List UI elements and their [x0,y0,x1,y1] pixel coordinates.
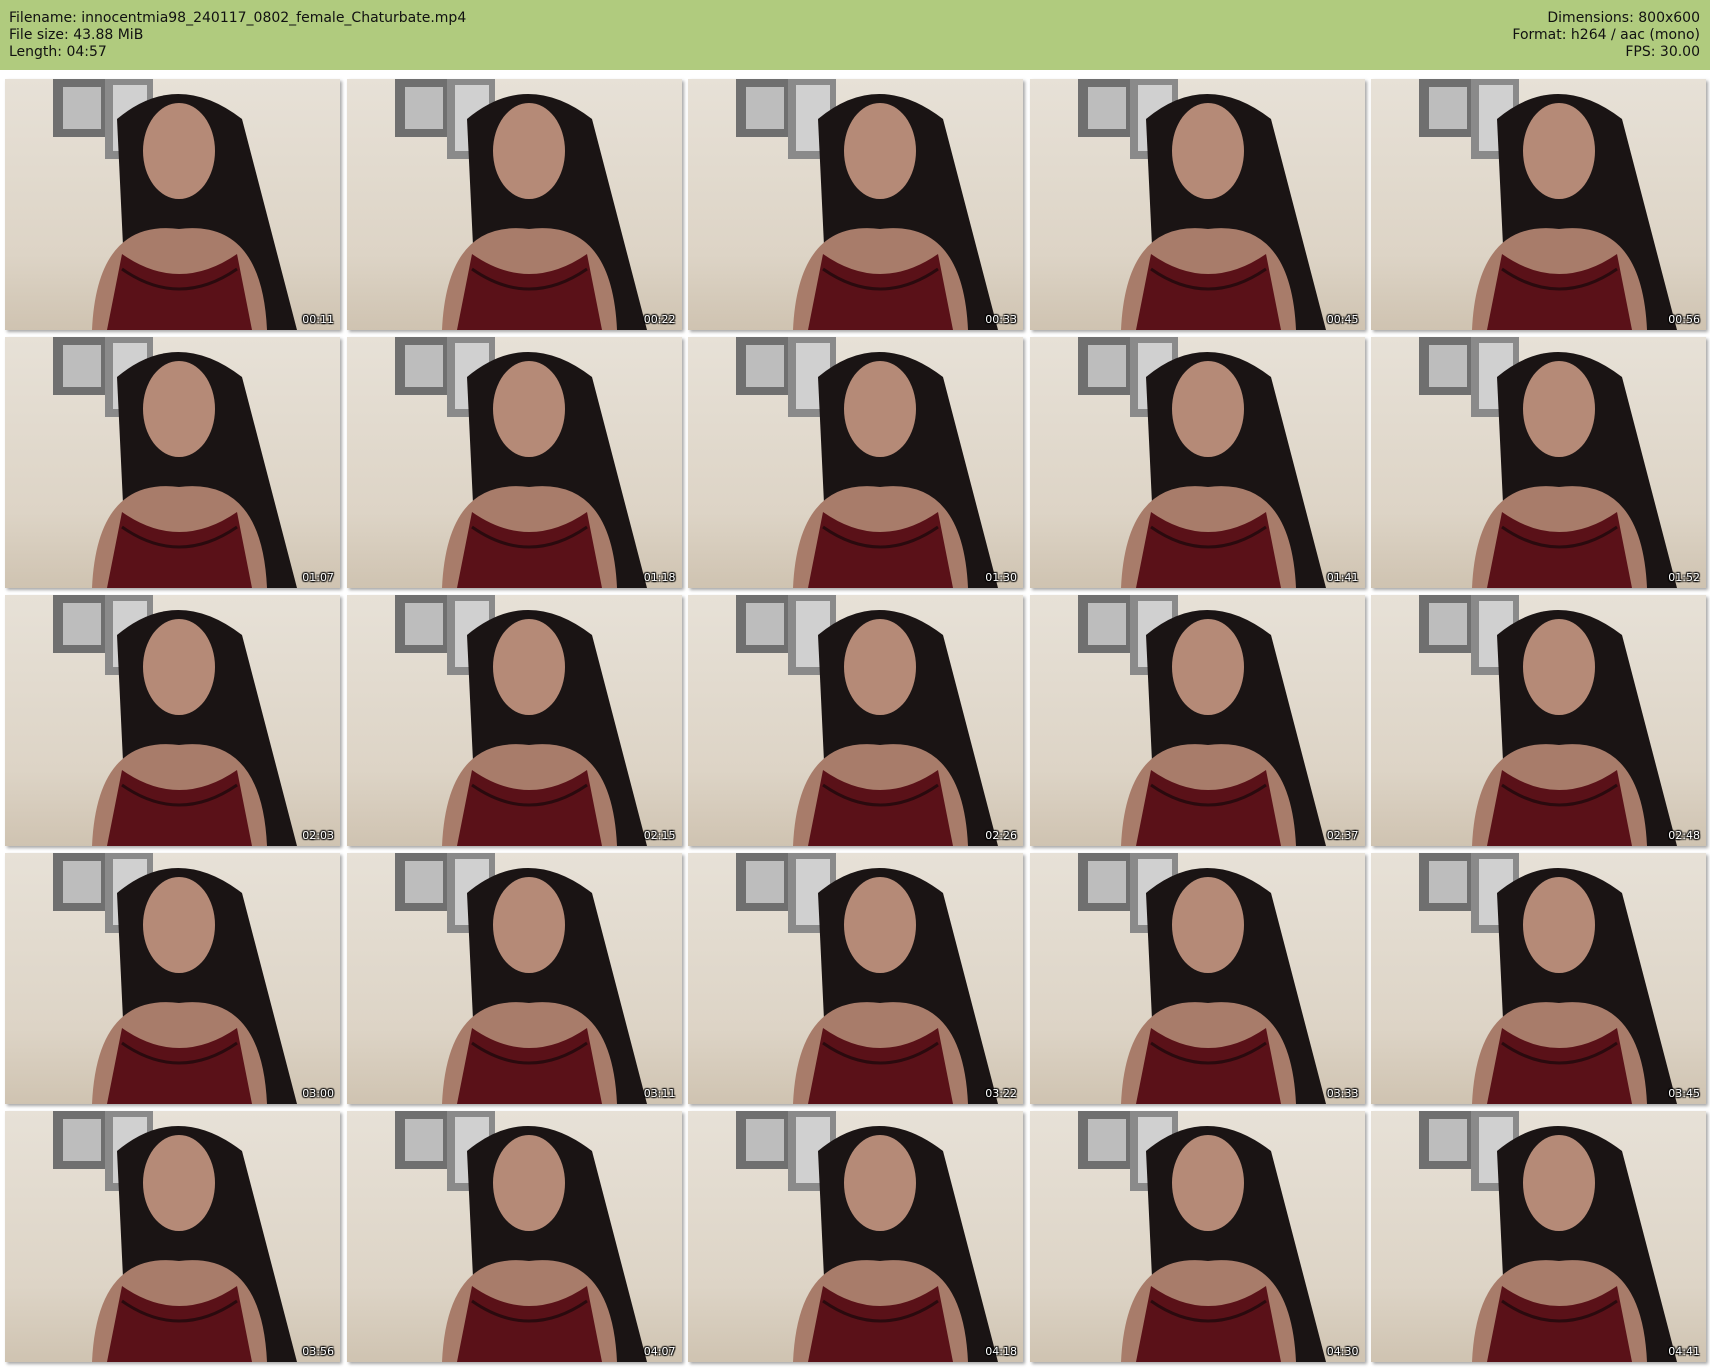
dimensions-text: Dimensions: 800x600 [1547,10,1700,26]
thumbnail-timestamp: 01:07 [302,571,334,584]
video-thumbnail: 01:41 [1029,337,1365,588]
video-thumbnail: 03:22 [688,853,1023,1104]
webcam-frame-image [1077,337,1326,588]
thumbnail-timestamp: 03:00 [302,1087,334,1100]
thumbnail-timestamp: 01:18 [643,571,676,584]
video-thumbnail: 02:37 [1029,595,1365,846]
webcam-frame-image [394,595,647,846]
video-thumbnail: 00:11 [5,79,340,330]
thumbnail-timestamp: 00:11 [302,313,334,326]
filename-text: Filename: innocentmia98_240117_0802_fema… [9,10,467,26]
filesize-text: File size: 43.88 MiB [9,27,144,43]
webcam-frame-image [1077,1111,1326,1362]
thumbnail-timestamp: 02:37 [1326,829,1359,842]
video-thumbnail: 00:56 [1371,79,1706,330]
thumbnail-timestamp: 03:22 [985,1087,1017,1100]
webcam-frame-image [1419,337,1677,588]
webcam-frame-image [1419,595,1677,846]
webcam-frame-image [736,853,998,1104]
video-thumbnail: 02:15 [346,595,682,846]
video-thumbnail: 03:00 [5,853,340,1104]
webcam-frame-image [394,1111,647,1362]
thumbnail-timestamp: 03:11 [643,1087,676,1100]
fps-text: FPS: 30.00 [1625,44,1700,60]
thumbnail-timestamp: 01:30 [985,571,1017,584]
webcam-frame-image [1419,1111,1677,1362]
webcam-frame-image [736,595,998,846]
video-thumbnail: 02:26 [688,595,1023,846]
video-thumbnail: 02:48 [1371,595,1706,846]
thumbnail-timestamp: 00:56 [1668,313,1700,326]
thumbnail-timestamp: 03:56 [302,1345,334,1358]
thumbnail-timestamp: 01:41 [1326,571,1359,584]
format-text: Format: h264 / aac (mono) [1512,27,1700,43]
video-thumbnail: 03:11 [346,853,682,1104]
thumbnail-timestamp: 04:18 [985,1345,1017,1358]
video-thumbnail: 04:30 [1029,1111,1365,1362]
video-thumbnail: 03:33 [1029,853,1365,1104]
thumbnail-timestamp: 00:33 [985,313,1017,326]
video-thumbnail: 01:52 [1371,337,1706,588]
length-text: Length: 04:57 [9,44,107,60]
thumbnail-timestamp: 00:22 [643,313,676,326]
video-thumbnail: 03:45 [1371,853,1706,1104]
webcam-frame-image [53,853,297,1104]
webcam-frame-image [53,1111,297,1362]
thumbnail-timestamp: 00:45 [1326,313,1359,326]
webcam-frame-image [53,79,297,330]
video-thumbnail: 04:18 [688,1111,1023,1362]
webcam-frame-image [53,595,297,846]
metadata-header: Filename: innocentmia98_240117_0802_fema… [0,0,1710,70]
thumbnail-timestamp: 02:15 [643,829,676,842]
thumbnail-timestamp: 02:48 [1668,829,1700,842]
video-thumbnail: 00:45 [1029,79,1365,330]
video-thumbnail: 03:56 [5,1111,340,1362]
video-thumbnail: 00:33 [688,79,1023,330]
thumbnail-timestamp: 04:41 [1668,1345,1700,1358]
video-thumbnail: 04:07 [346,1111,682,1362]
webcam-frame-image [736,1111,998,1362]
thumbnail-grid: 00:11 00:22 00:33 00:45 00:56 01:07 01:18 01:30… [5,79,1706,1362]
thumbnail-timestamp: 04:30 [1326,1345,1359,1358]
thumbnail-timestamp: 04:07 [643,1345,676,1358]
webcam-frame-image [53,337,297,588]
video-thumbnail: 04:41 [1371,1111,1706,1362]
webcam-frame-image [394,337,647,588]
thumbnail-timestamp: 02:03 [302,829,334,842]
thumbnail-timestamp: 03:45 [1668,1087,1700,1100]
thumbnail-timestamp: 02:26 [985,829,1017,842]
webcam-frame-image [736,79,998,330]
file-info-left: Filename: innocentmia98_240117_0802_fema… [9,10,466,61]
webcam-frame-image [736,337,998,588]
webcam-frame-image [394,79,647,330]
video-thumbnail: 01:30 [688,337,1023,588]
webcam-frame-image [1077,595,1326,846]
webcam-frame-image [1419,853,1677,1104]
webcam-frame-image [1077,79,1326,330]
webcam-frame-image [1077,853,1326,1104]
thumbnail-timestamp: 03:33 [1326,1087,1359,1100]
webcam-frame-image [394,853,647,1104]
video-thumbnail: 01:07 [5,337,340,588]
video-thumbnail: 00:22 [346,79,682,330]
video-thumbnail: 02:03 [5,595,340,846]
file-info-right: Dimensions: 800x600 Format: h264 / aac (… [1512,10,1700,61]
thumbnail-timestamp: 01:52 [1668,571,1700,584]
webcam-frame-image [1419,79,1677,330]
video-thumbnail: 01:18 [346,337,682,588]
